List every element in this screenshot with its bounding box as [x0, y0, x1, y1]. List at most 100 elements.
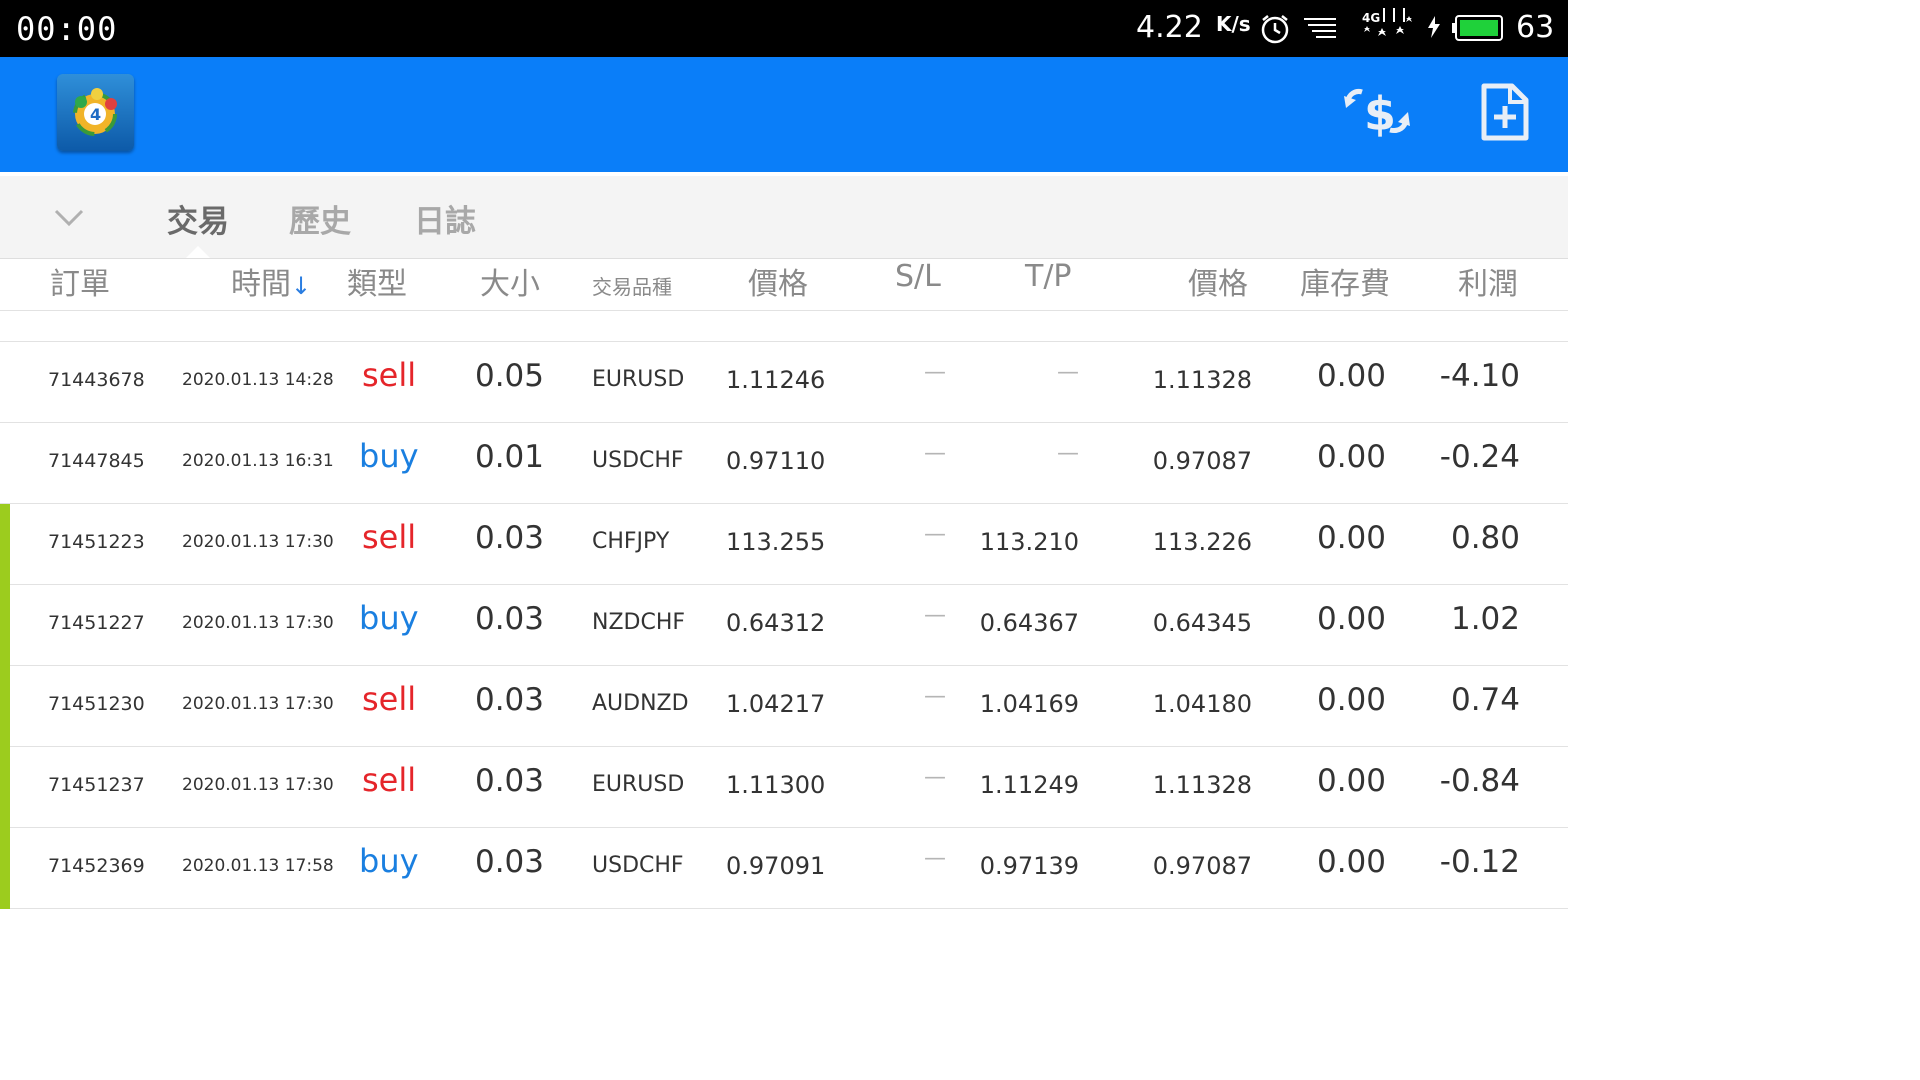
metatrader4-logo[interactable]: 4 — [57, 74, 134, 151]
header-price[interactable]: 價格 — [748, 259, 808, 303]
header-symbol[interactable]: 交易品種 — [592, 271, 672, 300]
order-id: 71452369 — [48, 855, 145, 877]
header-type[interactable]: 類型 — [347, 259, 407, 303]
order-id: 71451230 — [48, 693, 145, 715]
order-type: sell — [362, 356, 417, 394]
take-profit: 1.11249 — [979, 771, 1079, 799]
swap: 0.00 — [1316, 844, 1386, 880]
table-row[interactable]: 71451230 2020.01.13 17:30 sell 0.03 AUDN… — [0, 666, 1568, 747]
profit: -0.24 — [1439, 439, 1520, 475]
order-type: sell — [362, 680, 417, 718]
arrow-down-icon: ↓ — [291, 272, 312, 300]
header-swap[interactable]: 庫存費 — [1300, 259, 1390, 303]
order-type: buy — [359, 842, 419, 880]
header-tp[interactable]: T/P — [1025, 259, 1072, 294]
svg-text:4: 4 — [90, 105, 101, 124]
stop-loss: — — [924, 846, 946, 871]
take-profit: — — [1057, 441, 1079, 466]
tab-journal[interactable]: 日誌 — [414, 196, 476, 241]
tab-history[interactable]: 歷史 — [289, 196, 351, 241]
order-symbol: AUDNZD — [592, 691, 689, 716]
profit: 0.74 — [1450, 682, 1520, 718]
order-symbol: CHFJPY — [592, 529, 670, 554]
row-marker — [0, 828, 10, 909]
network-speed-unit: K/s — [1216, 12, 1251, 36]
profit: -0.12 — [1439, 844, 1520, 880]
order-symbol: USDCHF — [592, 448, 684, 473]
table-row[interactable]: 71451237 2020.01.13 17:30 sell 0.03 EURU… — [0, 747, 1568, 828]
table-row[interactable]: 71451227 2020.01.13 17:30 buy 0.03 NZDCH… — [0, 585, 1568, 666]
new-order-icon[interactable] — [1470, 82, 1540, 144]
order-size: 0.05 — [474, 358, 544, 394]
cellular-4g-icon: 4G — [1356, 6, 1414, 50]
signal-lines-icon — [1302, 15, 1338, 45]
profit: 1.02 — [1450, 601, 1520, 637]
tab-bar: 交易 歷史 日誌 — [0, 176, 1568, 259]
order-symbol: EURUSD — [592, 367, 685, 392]
header-profit[interactable]: 利潤 — [1458, 259, 1518, 303]
table-row[interactable]: 71443678 2020.01.13 14:28 sell 0.05 EURU… — [0, 342, 1568, 423]
current-price: 0.97087 — [1152, 447, 1252, 475]
take-profit: 0.64367 — [979, 609, 1079, 637]
table-row[interactable]: 71452369 2020.01.13 17:58 buy 0.03 USDCH… — [0, 828, 1568, 909]
battery-icon — [1452, 14, 1506, 46]
order-time: 2020.01.13 17:30 — [182, 613, 334, 633]
order-time: 2020.01.13 16:31 — [182, 451, 334, 471]
order-size: 0.03 — [474, 601, 544, 637]
header-size[interactable]: 大小 — [480, 259, 540, 303]
swap: 0.00 — [1316, 520, 1386, 556]
order-id: 71443678 — [48, 369, 145, 391]
table-row[interactable]: 71451223 2020.01.13 17:30 sell 0.03 CHFJ… — [0, 504, 1568, 585]
stop-loss: — — [924, 765, 946, 790]
order-symbol: USDCHF — [592, 853, 684, 878]
open-price: 0.64312 — [726, 609, 826, 637]
open-price: 113.255 — [726, 528, 826, 556]
current-price: 1.11328 — [1152, 366, 1252, 394]
order-time: 2020.01.13 17:30 — [182, 775, 334, 795]
tab-trade[interactable]: 交易 — [167, 196, 229, 241]
status-bar: 00:00 4.22 K/s 4G 63 — [0, 0, 1568, 57]
battery-level: 63 — [1516, 10, 1555, 45]
order-time: 2020.01.13 14:28 — [182, 370, 334, 390]
current-price: 0.64345 — [1152, 609, 1252, 637]
currency-exchange-icon[interactable]: $ — [1342, 82, 1412, 144]
status-time: 00:00 — [16, 10, 118, 48]
current-price: 1.11328 — [1152, 771, 1252, 799]
swap: 0.00 — [1316, 358, 1386, 394]
order-id: 71451237 — [48, 774, 145, 796]
order-type: sell — [362, 518, 417, 556]
order-size: 0.03 — [474, 520, 544, 556]
open-price: 0.97110 — [726, 447, 826, 475]
network-speed: 4.22 — [1136, 10, 1203, 45]
open-price: 1.04217 — [726, 690, 826, 718]
row-marker — [0, 747, 10, 828]
profit: -4.10 — [1439, 358, 1520, 394]
header-time[interactable]: 時間↓ — [231, 259, 311, 303]
swap: 0.00 — [1316, 439, 1386, 475]
header-order[interactable]: 訂單 — [50, 259, 110, 303]
table-row[interactable]: 71447845 2020.01.13 16:31 buy 0.01 USDCH… — [0, 423, 1568, 504]
header-sl[interactable]: S/L — [895, 259, 941, 294]
order-type: buy — [359, 599, 419, 637]
take-profit: 113.210 — [979, 528, 1079, 556]
stop-loss: — — [924, 603, 946, 628]
header-current-price[interactable]: 價格 — [1188, 259, 1248, 303]
order-size: 0.03 — [474, 844, 544, 880]
svg-text:$: $ — [1364, 87, 1396, 141]
open-price: 1.11246 — [726, 366, 826, 394]
stop-loss: — — [924, 522, 946, 547]
charging-icon — [1427, 16, 1441, 42]
order-id: 71447845 — [48, 450, 145, 472]
chevron-down-icon[interactable] — [54, 208, 84, 232]
swap: 0.00 — [1316, 763, 1386, 799]
profit: 0.80 — [1450, 520, 1520, 556]
order-size: 0.03 — [474, 763, 544, 799]
open-price: 0.97091 — [726, 852, 826, 880]
take-profit: — — [1057, 360, 1079, 385]
order-type: sell — [362, 761, 417, 799]
current-price: 0.97087 — [1152, 852, 1252, 880]
active-tab-indicator — [186, 246, 210, 258]
profit: -0.84 — [1439, 763, 1520, 799]
open-price: 1.11300 — [726, 771, 826, 799]
order-time: 2020.01.13 17:58 — [182, 856, 334, 876]
